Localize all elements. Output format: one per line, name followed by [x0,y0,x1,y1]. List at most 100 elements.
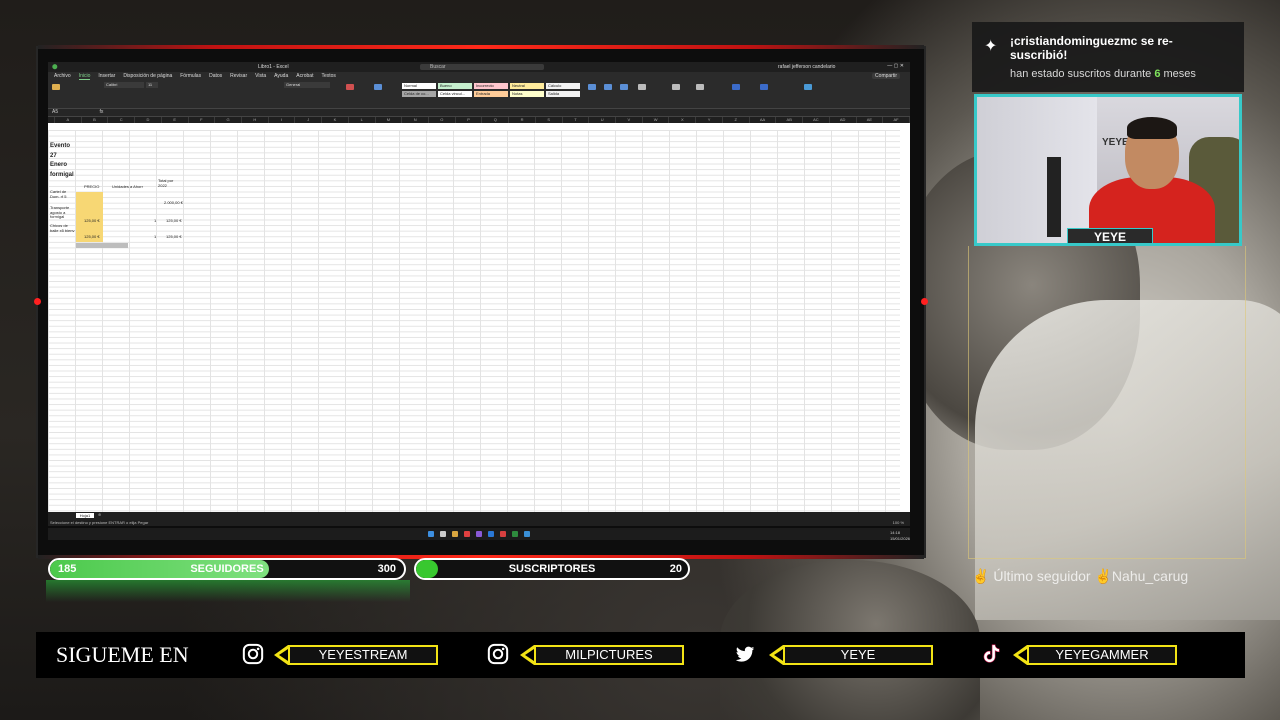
window-controls[interactable]: — ▢ ✕ [887,63,904,69]
column-header[interactable]: Y [696,117,723,123]
column-header[interactable]: P [456,117,483,123]
cell-style-option[interactable]: Neutral [510,83,544,89]
cell-style-option[interactable]: Bueno [438,83,472,89]
chrome-icon[interactable] [464,531,470,537]
cell-style-option[interactable]: Entrada [474,91,508,97]
last-follower-name: Nahu_carug [1111,568,1189,584]
cell-style-option[interactable]: Celda de co... [402,91,436,97]
subscribers-label: SUSCRIPTORES [508,563,596,575]
windows-taskbar: 14:18 15/01/2026 [48,528,910,541]
start-icon[interactable] [428,531,434,537]
word-icon[interactable] [524,531,530,537]
tab-ayuda[interactable]: Ayuda [274,73,288,79]
format-icon[interactable] [620,84,628,90]
column-header[interactable]: A [55,117,82,123]
column-header[interactable]: K [322,117,349,123]
column-header[interactable]: Z [723,117,750,123]
cell-style-option[interactable]: Normal [402,83,436,89]
file-explorer-icon[interactable] [452,531,458,537]
conditional-format-icon[interactable] [346,84,354,90]
alert-suffix: meses [1163,68,1196,80]
font-name-select[interactable]: Calibri [104,82,144,88]
share-pdf-icon[interactable] [760,84,768,90]
share-button[interactable]: Compartir [872,73,900,79]
column-header[interactable]: C [108,117,136,123]
cell-style-option[interactable]: Celda vincul... [438,91,472,97]
column-header[interactable]: L [349,117,376,123]
sort-filter-icon[interactable] [672,84,680,90]
formula-bar[interactable]: A5 fx [48,109,910,117]
social-handle: MILPICTURES [534,645,684,665]
column-header[interactable]: W [643,117,670,123]
tab-archivo[interactable]: Archivo [54,73,71,79]
tab-vista[interactable]: Vista [255,73,266,79]
column-header[interactable]: AC [803,117,830,123]
column-header[interactable]: X [669,117,697,123]
format-as-table-icon[interactable] [374,84,382,90]
add-sheet-icon[interactable]: ⊕ [98,512,101,517]
column-header[interactable]: S [536,117,563,123]
cell-style-option[interactable]: Salida [546,91,580,97]
paste-icon[interactable] [52,84,60,90]
column-header[interactable]: R [509,117,536,123]
tab-acrobat[interactable]: Acrobat [296,73,313,79]
cell-style-option[interactable]: Cálculo [546,83,580,89]
tab-datos[interactable]: Datos [209,73,222,79]
search-taskbar-icon[interactable] [440,531,446,537]
social-handle: YEYEGAMMER [1027,645,1177,665]
select-all-corner[interactable] [48,117,55,123]
name-box[interactable]: A5 [52,109,58,115]
column-header[interactable]: F [189,117,216,123]
column-header[interactable]: AB [776,117,804,123]
premiere-icon[interactable] [476,531,482,537]
tab-revisar[interactable]: Revisar [230,73,247,79]
column-header[interactable]: O [429,117,456,123]
save-onedrive-icon[interactable] [804,84,812,90]
tab-inicio[interactable]: Inicio [78,73,91,80]
instagram-icon [487,643,509,665]
column-header[interactable]: AE [857,117,884,123]
insert-icon[interactable] [588,84,596,90]
column-header[interactable]: T [563,117,590,123]
selection-range[interactable] [76,243,128,248]
autosum-icon[interactable] [638,84,646,90]
tab-textos[interactable]: Textos [321,73,335,79]
autosave-icon[interactable]: ⬤ [52,64,58,70]
cell-grid[interactable]: Evento 27 Enero formigal PRECIO Unidades… [48,130,900,512]
tab-formulas[interactable]: Fórmulas [180,73,201,79]
font-size-select[interactable]: 11 [146,82,158,88]
create-pdf-icon[interactable] [732,84,740,90]
photoshop-icon[interactable] [488,531,494,537]
app-icon[interactable] [500,531,506,537]
column-header[interactable]: D [135,117,162,123]
sheet-tab[interactable]: Hoja1 [76,513,94,518]
tab-disposicion[interactable]: Disposición de página [123,73,172,79]
excel-taskbar-icon[interactable] [512,531,518,537]
column-header[interactable]: AD [830,117,857,123]
taskbar-clock: 14:18 15/01/2026 [890,530,910,541]
column-header[interactable]: M [376,117,403,123]
instagram-icon [242,643,264,665]
delete-icon[interactable] [604,84,612,90]
column-header[interactable]: U [589,117,617,123]
cell-style-option[interactable]: Incorrecto [474,83,508,89]
column-header[interactable]: J [295,117,323,123]
cell-style-option[interactable]: Notas [510,91,544,97]
column-header[interactable]: G [215,117,242,123]
tab-insertar[interactable]: Insertar [98,73,115,79]
column-header[interactable]: V [616,117,643,123]
number-format-select[interactable]: General [284,82,330,88]
find-select-icon[interactable] [696,84,704,90]
column-header[interactable]: Q [482,117,510,123]
column-headers: A B C D E F G H I J K L M N O P Q R S T U V W X Y Z AA AB AC AD AE AF [48,117,910,123]
search-box[interactable]: Buscar [420,64,544,70]
column-header[interactable]: AA [750,117,777,123]
column-header[interactable]: N [402,117,429,123]
subscribers-goal: 20 [669,563,682,575]
column-header[interactable]: AF [883,117,910,123]
column-header[interactable]: B [82,117,109,123]
column-header[interactable]: H [242,117,269,123]
zoom-level[interactable]: 100 % [893,520,904,525]
column-header[interactable]: I [269,117,296,123]
column-header[interactable]: E [162,117,189,123]
